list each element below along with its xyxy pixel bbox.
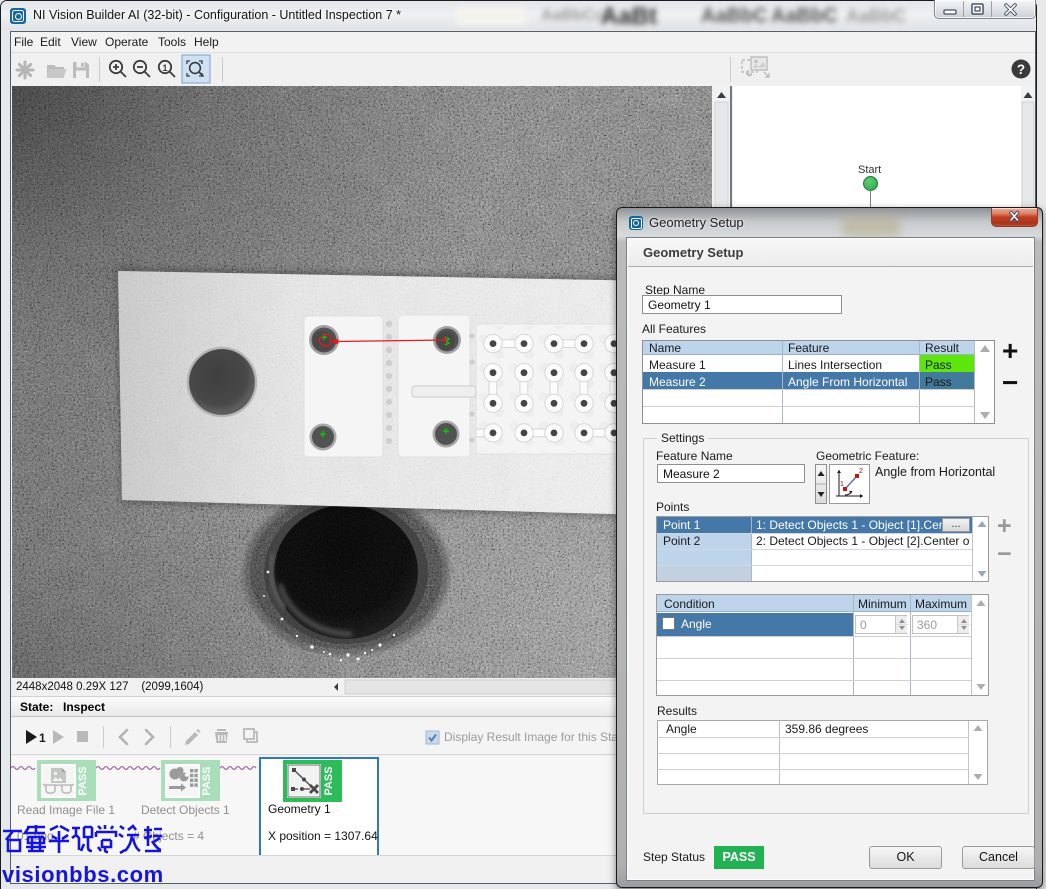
svg-text:?: ? bbox=[1017, 62, 1025, 77]
svg-text:1: 1 bbox=[840, 481, 844, 488]
svg-text:Display Result Image for this: Display Result Image for this State bbox=[444, 730, 620, 744]
svg-text:PASS: PASS bbox=[201, 766, 213, 795]
svg-text:PASS: PASS bbox=[77, 766, 89, 795]
svg-text:2: 2 bbox=[859, 468, 863, 475]
svg-text:PASS: PASS bbox=[323, 766, 335, 795]
svg-text:1: 1 bbox=[39, 731, 46, 745]
svg-text:1: 1 bbox=[162, 63, 167, 73]
